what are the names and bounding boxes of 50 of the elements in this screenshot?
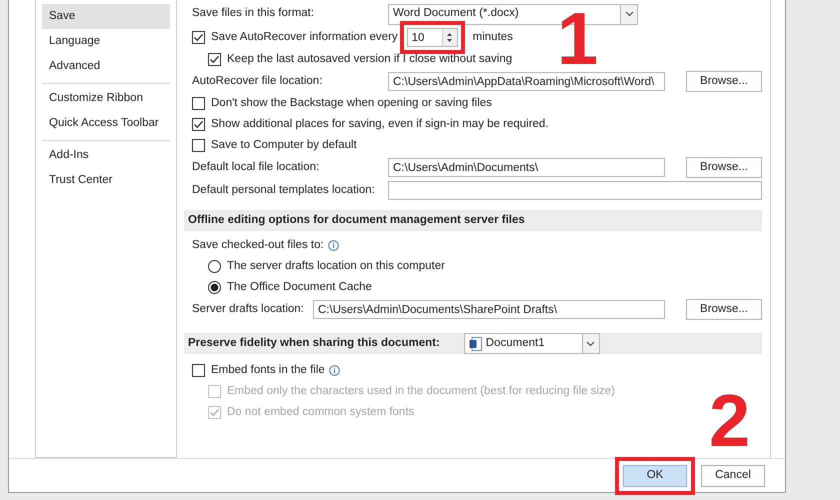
path-field[interactable]: C:\Users\Admin\Documents\ [388,158,665,177]
sidebar-item[interactable]: Customize Ribbon [42,86,170,111]
caret-icon[interactable] [586,340,596,346]
path-field[interactable] [388,181,762,200]
dialog-button[interactable]: Cancel [701,464,765,486]
browse-button[interactable]: Browse... [686,157,762,178]
section-header: Preserve fidelity when sharing this document: [188,336,440,351]
option-label: The server drafts location on this computer [227,258,445,274]
sidebar-item[interactable]: Language [42,29,170,54]
checkbox[interactable] [208,53,221,66]
radio-button[interactable] [208,281,221,294]
option-label: Embed fonts in the file [211,362,325,378]
option-label: Save AutoRecover information every [211,30,398,45]
checkbox[interactable] [192,118,205,131]
sidebar-item[interactable]: Trust Center [42,168,170,193]
field-label: AutoRecover file location: [192,74,324,89]
browse-button[interactable]: Browse... [686,299,762,320]
caret-icon[interactable] [624,11,634,17]
path-field[interactable]: C:\Users\Admin\Documents\SharePoint Drafts\ [313,300,665,319]
option-label: Save checked-out files to: [192,238,324,253]
option-label: Show additional places for saving, even if sign-in may be required. [211,116,549,132]
section-header: Offline editing options for document management server files [184,210,762,231]
option-label: Save files in this format: [192,6,316,22]
checkbox[interactable] [192,139,205,152]
sidebar-item[interactable]: Save [42,4,170,29]
option-label: Do not embed common system fonts [227,404,414,420]
field-label: Default personal templates location: [192,182,376,198]
field-label: Default local file location: [192,160,320,175]
info-icon [328,240,339,251]
checkbox[interactable] [192,364,205,377]
option-label: Save to Computer by default [211,138,357,153]
sidebar-item[interactable]: Quick Access Toolbar [42,111,170,136]
checkbox[interactable] [192,97,205,110]
path-field[interactable]: C:\Users\Admin\AppData\Roaming\Microsoft\Word\ [388,72,665,91]
document-icon [468,336,482,350]
field-label: Server drafts location: [192,302,305,317]
sidebar-item[interactable]: Advanced [42,54,170,79]
option-label: The Office Document Cache [227,280,372,295]
number-spinner[interactable]: 10 [406,28,458,47]
checkbox[interactable] [192,31,205,44]
option-label: Keep the last autosaved version if I close without saving [227,52,512,67]
option-label: Don't show the Backstage when opening or saving files [211,96,492,111]
browse-button[interactable]: Browse... [686,71,762,92]
unit-label: minutes [472,30,513,45]
radio-button[interactable] [208,260,221,273]
dialog-button[interactable]: OK [623,464,687,486]
step-number: 2 [709,384,750,458]
document-dropdown[interactable]: Document1 [464,333,600,354]
sidebar-item[interactable]: Add-Ins [42,143,170,168]
option-label: Embed only the characters used in the document (best for reducing file size) [227,384,616,399]
